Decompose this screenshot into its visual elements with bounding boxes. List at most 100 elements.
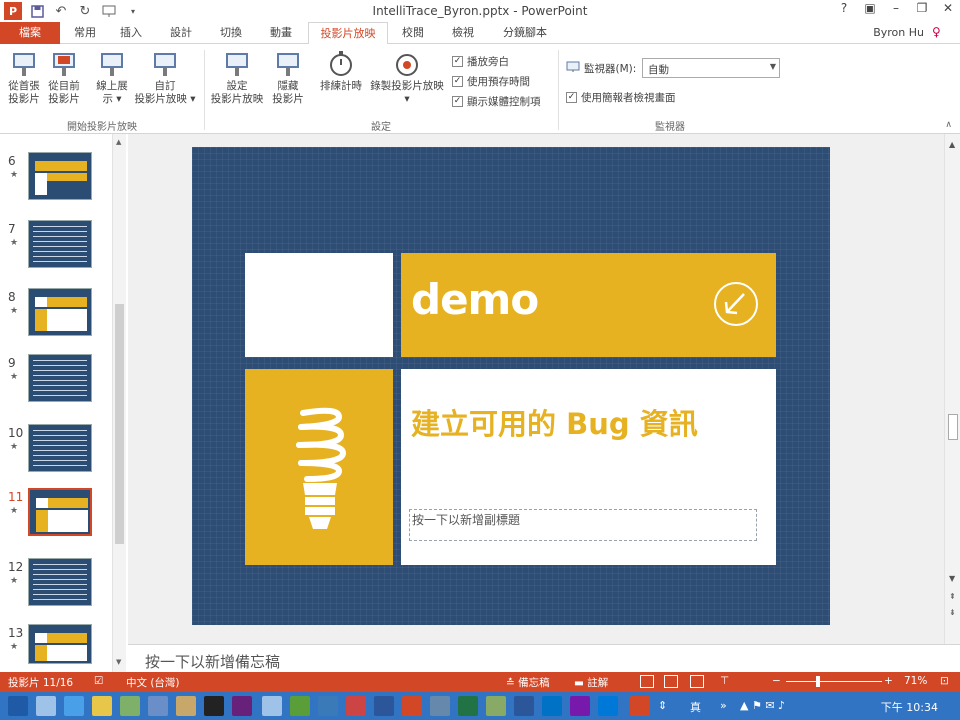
slide-demo-text[interactable]: demo xyxy=(411,275,539,324)
tab-animations[interactable]: 動畫 xyxy=(266,22,296,44)
checkbox-checked-icon: ✓ xyxy=(452,96,463,107)
editor-scroll-thumb[interactable] xyxy=(948,414,958,440)
app-icon[interactable] xyxy=(402,696,422,716)
ribbon-display-options-button[interactable]: ▣ xyxy=(862,1,878,15)
comments-button[interactable]: ▬ 註解 xyxy=(574,675,608,690)
onenote-icon[interactable] xyxy=(570,696,590,716)
reading-view-icon[interactable] xyxy=(690,675,704,688)
app-icon[interactable] xyxy=(486,696,506,716)
tab-storyboarding[interactable]: 分鏡腳本 xyxy=(498,22,552,44)
start-icon[interactable] xyxy=(8,696,28,716)
help-button[interactable]: ? xyxy=(836,1,852,15)
tab-insert[interactable]: 插入 xyxy=(116,22,146,44)
zoom-in-button[interactable]: + xyxy=(884,675,893,687)
powerpoint-taskbar-icon[interactable] xyxy=(630,696,650,716)
slide-sorter-icon[interactable] xyxy=(664,675,678,688)
thumbnail-slide-6[interactable]: 6 ★ xyxy=(0,152,112,218)
minimize-button[interactable]: – xyxy=(888,1,904,15)
tab-review[interactable]: 校閱 xyxy=(398,22,428,44)
tab-view[interactable]: 檢視 xyxy=(448,22,478,44)
monitor-select[interactable]: 自動 ▼ xyxy=(642,58,780,78)
present-online-button[interactable]: 線上展 示 ▾ xyxy=(92,50,132,106)
scroll-up-icon[interactable]: ▲ xyxy=(949,140,955,149)
use-timings-checkbox[interactable]: ✓ 使用預存時間 xyxy=(452,74,530,89)
close-button[interactable]: ✕ xyxy=(940,1,956,15)
scroll-down-icon[interactable]: ▼ xyxy=(949,574,955,583)
scroll-up-icon[interactable]: ▲ xyxy=(116,138,121,146)
rehearse-timings-button[interactable]: 排練計時 xyxy=(316,50,366,93)
thumbnail-slide-12[interactable]: 12 ★ xyxy=(0,558,112,624)
zoom-slider-thumb[interactable] xyxy=(816,676,820,687)
tab-transitions[interactable]: 切換 xyxy=(216,22,246,44)
spell-check-icon[interactable]: ☑ xyxy=(94,675,103,687)
record-slide-show-button[interactable]: 錄製投影片放映 ▾ xyxy=(366,50,448,106)
app-icon[interactable] xyxy=(148,696,168,716)
taskbar-scroll-icon[interactable]: ⇕ xyxy=(658,699,667,712)
hide-slide-button[interactable]: 隱藏 投影片 xyxy=(268,50,308,106)
system-clock[interactable]: 下午 10:34 xyxy=(881,699,938,715)
slide-title[interactable]: 建立可用的 Bug 資訊 xyxy=(411,401,698,443)
from-beginning-label-1: 從首張 xyxy=(8,80,40,92)
app-icon[interactable] xyxy=(318,696,338,716)
zoom-slider[interactable] xyxy=(786,681,882,682)
command-prompt-icon[interactable] xyxy=(204,696,224,716)
app-icon[interactable] xyxy=(120,696,140,716)
thumbnail-slide-7[interactable]: 7 ★ xyxy=(0,220,112,286)
notes-button[interactable]: ≛ 備忘稿 xyxy=(506,675,550,690)
thumbnail-slide-9[interactable]: 9 ★ xyxy=(0,354,112,420)
thumbnail-slide-11[interactable]: 11 ★ xyxy=(0,487,112,554)
app-icon[interactable] xyxy=(290,696,310,716)
app-icon[interactable] xyxy=(458,696,478,716)
app-icon[interactable] xyxy=(598,696,618,716)
outlook-icon[interactable] xyxy=(542,696,562,716)
input-method-indicator[interactable]: 真 xyxy=(690,699,701,715)
tab-home[interactable]: 常用 xyxy=(70,22,100,44)
show-hidden-icons[interactable]: » xyxy=(720,699,727,712)
use-presenter-view-checkbox[interactable]: ✓ 使用簡報者檢視畫面 xyxy=(566,90,676,105)
folder-icon[interactable] xyxy=(92,696,112,716)
notes-pane[interactable]: 按一下以新增備忘稿 xyxy=(128,644,960,672)
notes-placeholder[interactable]: 按一下以新增備忘稿 xyxy=(145,651,280,672)
custom-slide-show-button[interactable]: 自訂 投影片放映 ▾ xyxy=(130,50,200,106)
thumbnail-scroll-thumb[interactable] xyxy=(115,304,124,544)
restore-button[interactable]: ❐ xyxy=(914,1,930,15)
zoom-out-button[interactable]: − xyxy=(772,675,781,687)
app-icon[interactable] xyxy=(374,696,394,716)
app-icon[interactable] xyxy=(176,696,196,716)
normal-view-icon[interactable] xyxy=(640,675,654,688)
play-narrations-checkbox[interactable]: ✓ 播放旁白 xyxy=(452,54,509,69)
editor-scrollbar[interactable]: ▲ ▼ ⇞ ⇟ xyxy=(944,134,960,644)
ie-icon[interactable] xyxy=(64,696,84,716)
show-media-controls-checkbox[interactable]: ✓ 顯示媒體控制項 xyxy=(452,94,541,109)
app-icon[interactable] xyxy=(430,696,450,716)
thumbnail-number: 11 xyxy=(8,490,24,504)
set-up-slide-show-button[interactable]: 設定 投影片放映 xyxy=(206,50,268,106)
file-explorer-icon[interactable] xyxy=(36,696,56,716)
tray-icons[interactable]: ▲ ⚑ ✉ ♪ xyxy=(740,699,785,712)
tab-file[interactable]: 檔案 xyxy=(0,22,60,44)
next-slide-icon[interactable]: ⇟ xyxy=(949,608,956,617)
thumbnail-slide-8[interactable]: 8 ★ xyxy=(0,288,112,354)
user-avatar-icon[interactable]: ♀ xyxy=(932,25,944,41)
zoom-level[interactable]: 71% xyxy=(904,675,927,687)
thumbnail-slide-10[interactable]: 10 ★ xyxy=(0,424,112,490)
slide-demo-banner[interactable]: demo xyxy=(401,253,776,357)
app-icon[interactable] xyxy=(346,696,366,716)
from-beginning-button[interactable]: 從首張 投影片 xyxy=(4,50,44,106)
word-icon[interactable] xyxy=(514,696,534,716)
previous-slide-icon[interactable]: ⇞ xyxy=(949,592,956,601)
visual-studio-icon[interactable] xyxy=(232,696,252,716)
user-name[interactable]: Byron Hu xyxy=(873,26,924,39)
tab-slide-show[interactable]: 投影片放映 xyxy=(308,22,388,45)
subtitle-placeholder[interactable]: 按一下以新增副標題 xyxy=(409,509,757,541)
language-indicator[interactable]: 中文 (台灣) xyxy=(126,675,180,690)
fit-to-window-icon[interactable]: ⊡ xyxy=(940,675,949,687)
tab-design[interactable]: 設計 xyxy=(166,22,196,44)
collapse-ribbon-icon[interactable]: ∧ xyxy=(945,120,952,130)
scroll-down-icon[interactable]: ▼ xyxy=(116,658,121,666)
group-label-monitors: 監視器 xyxy=(655,122,685,133)
app-icon[interactable] xyxy=(262,696,282,716)
slide-show-view-icon[interactable]: ⊤ xyxy=(720,675,729,687)
thumbnail-scrollbar[interactable]: ▲ ▼ xyxy=(112,134,126,672)
from-current-button[interactable]: 從目前 投影片 xyxy=(44,50,84,106)
